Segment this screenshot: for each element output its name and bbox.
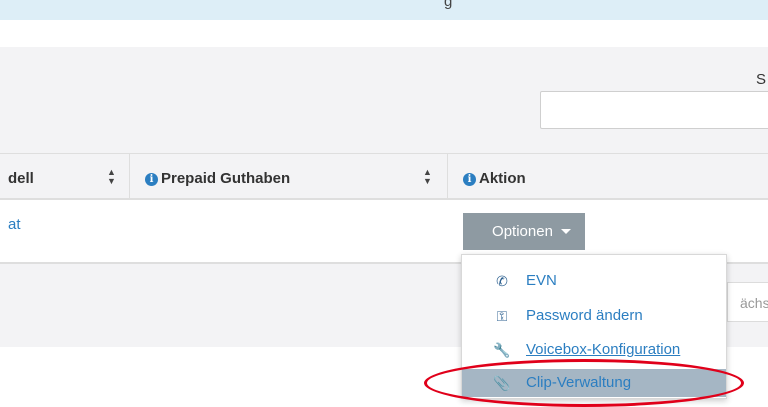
search-input[interactable] bbox=[540, 91, 768, 129]
menu-item-label: Password ändern bbox=[526, 307, 643, 324]
info-icon: i bbox=[145, 173, 158, 186]
search-label: S bbox=[756, 71, 767, 88]
phone-icon: ✆ bbox=[496, 273, 508, 289]
column-header-model[interactable]: dell bbox=[8, 170, 34, 187]
column-header-prepaid-label: Prepaid Guthaben bbox=[161, 170, 291, 187]
banner-text: g bbox=[444, 0, 453, 10]
options-dropdown-button[interactable]: Optionen bbox=[463, 213, 585, 250]
wrench-icon: 🔧 bbox=[493, 342, 511, 358]
sort-icon[interactable]: ▲ ▼ bbox=[107, 167, 117, 186]
column-header-prepaid[interactable]: i Prepaid Guthaben bbox=[145, 170, 290, 187]
menu-item-password[interactable]: ⚿ Password ändern bbox=[462, 302, 726, 330]
key-icon: ⚿ bbox=[496, 308, 508, 324]
info-icon: i bbox=[463, 173, 476, 186]
table-header: dell ▲ ▼ i Prepaid Guthaben ▲ ▼ i Aktion bbox=[0, 153, 768, 200]
options-button-label: Optionen bbox=[492, 223, 553, 240]
sort-icon[interactable]: ▲ ▼ bbox=[423, 167, 433, 186]
column-header-action-label: Aktion bbox=[479, 170, 526, 187]
column-header-action: i Aktion bbox=[463, 170, 526, 187]
highlight-annotation bbox=[424, 359, 744, 407]
model-link[interactable]: at bbox=[8, 216, 21, 233]
top-banner: g bbox=[0, 0, 768, 20]
caret-down-icon bbox=[560, 229, 571, 234]
pagination-next-button[interactable]: ächst bbox=[727, 282, 768, 322]
menu-item-evn[interactable]: ✆ EVN bbox=[462, 267, 726, 295]
menu-item-label: Voicebox-Konfiguration bbox=[526, 341, 681, 358]
menu-item-label: EVN bbox=[526, 272, 557, 289]
